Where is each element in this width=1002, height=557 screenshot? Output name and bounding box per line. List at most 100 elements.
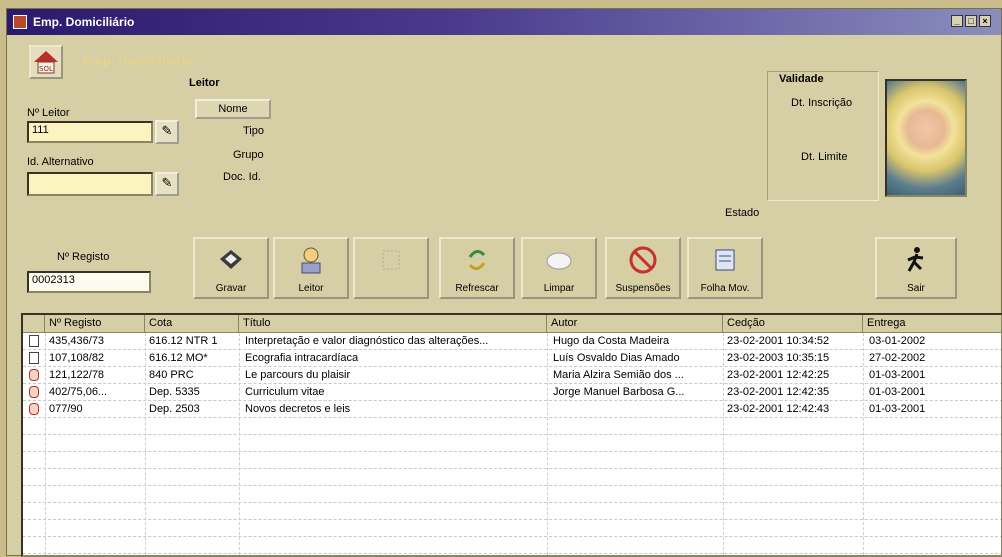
row-header-corner xyxy=(23,315,45,333)
document-icon xyxy=(29,352,39,364)
refrescar-label: Refrescar xyxy=(455,283,499,294)
book-icon xyxy=(29,386,39,398)
dt-limite-label: Dt. Limite xyxy=(801,151,848,163)
validade-section-label: Validade xyxy=(779,73,824,85)
cell-cota: Dep. 5335 xyxy=(149,386,200,398)
reader-photo xyxy=(885,79,967,197)
col-header-cedencia[interactable]: Cedção xyxy=(723,315,863,333)
close-icon[interactable]: × xyxy=(979,15,991,27)
disabled-toolbar-button[interactable] xyxy=(353,237,429,299)
sair-button[interactable]: Sair xyxy=(875,237,957,299)
empty-row xyxy=(23,503,1001,520)
nome-button[interactable]: Nome xyxy=(195,99,271,119)
dt-inscricao-label: Dt. Inscrição xyxy=(791,97,853,109)
cell-registo: 077/90 xyxy=(49,403,83,415)
n-leitor-label: Nº Leitor xyxy=(27,107,70,119)
n-registo-label: Nº Registo xyxy=(57,251,110,263)
cell-autor: Hugo da Costa Madeira xyxy=(553,335,670,347)
table-row[interactable]: 435,436/73 616.12 NTR 1 Interpretação e … xyxy=(23,333,1001,350)
tipo-label: Tipo xyxy=(243,125,264,137)
col-header-entrega[interactable]: Entrega xyxy=(863,315,1001,333)
loans-table: Nº Registo Cota Título Autor Cedção Entr… xyxy=(21,313,1002,557)
cell-cedencia: 23-02-2001 12:42:35 xyxy=(727,386,830,398)
col-header-titulo[interactable]: Título xyxy=(239,315,547,333)
disabled-action-icon xyxy=(382,250,400,270)
cell-titulo: Curriculum vitae xyxy=(245,386,325,398)
cell-autor: Maria Alzira Semião dos ... xyxy=(553,369,684,381)
estado-label: Estado xyxy=(725,207,760,219)
empty-row xyxy=(23,435,1001,452)
col-header-autor[interactable]: Autor xyxy=(547,315,723,333)
cell-cedencia: 23-02-2003 10:35:15 xyxy=(727,352,830,364)
main-window: Emp. Domiciliário _ □ × SOL Emp. Domicil… xyxy=(6,8,1002,557)
refresh-arrows-icon xyxy=(468,250,486,270)
leitor-lookup-icon[interactable]: ✎ xyxy=(155,120,179,144)
title-bar: Emp. Domiciliário _ □ × xyxy=(7,9,1001,35)
cell-titulo: Le parcours du plaisir xyxy=(245,369,351,381)
cell-entrega: 01-03-2001 xyxy=(869,403,926,415)
book-icon xyxy=(29,369,39,381)
folha-mov-label: Folha Mov. xyxy=(700,283,750,294)
document-icon xyxy=(29,335,39,347)
validade-group xyxy=(767,71,879,201)
leitor-button[interactable]: Leitor xyxy=(273,237,349,299)
gravar-label: Gravar xyxy=(215,283,247,294)
cell-autor: Luís Osvaldo Dias Amado xyxy=(553,352,680,364)
col-header-registo[interactable]: Nº Registo xyxy=(45,315,145,333)
cell-cota: 616.12 MO* xyxy=(149,352,208,364)
cell-titulo: Interpretação e valor diagnóstico das al… xyxy=(245,335,489,347)
reader-person-icon xyxy=(301,247,321,274)
empty-row xyxy=(23,418,1001,435)
alternativo-lookup-icon[interactable]: ✎ xyxy=(155,172,179,196)
empty-row xyxy=(23,520,1001,537)
empty-row xyxy=(23,486,1001,503)
empty-row xyxy=(23,452,1001,469)
id-alternativo-field[interactable] xyxy=(27,172,153,196)
doc-id-label: Doc. Id. xyxy=(223,171,261,183)
cell-entrega: 03-01-2002 xyxy=(869,335,926,347)
folha-mov-button[interactable]: Folha Mov. xyxy=(687,237,763,299)
limpar-button[interactable]: Limpar xyxy=(521,237,597,299)
cell-cota: Dep. 2503 xyxy=(149,403,200,415)
cell-entrega: 01-03-2001 xyxy=(869,386,926,398)
col-header-cota[interactable]: Cota xyxy=(145,315,239,333)
table-row[interactable]: 107,108/82 616.12 MO* Ecografia intracar… xyxy=(23,350,1001,367)
leitor-toolbar-label: Leitor xyxy=(298,283,324,294)
house-logo-icon: SOL xyxy=(29,45,63,79)
limpar-label: Limpar xyxy=(543,283,575,294)
grupo-label: Grupo xyxy=(233,149,264,161)
cell-cedencia: 23-02-2001 12:42:25 xyxy=(727,369,830,381)
suspensoes-button[interactable]: Suspensões xyxy=(605,237,681,299)
header-subtitle: Emp. Domiciliário xyxy=(83,53,193,68)
table-row[interactable]: 077/90 Dep. 2503 Novos decretos e leis 2… xyxy=(23,401,1001,418)
cell-cedencia: 23-02-2001 12:42:43 xyxy=(727,403,830,415)
n-registo-field[interactable]: 0002313 xyxy=(27,271,151,293)
gravar-button[interactable]: Gravar xyxy=(193,237,269,299)
cell-entrega: 01-03-2001 xyxy=(869,369,926,381)
exit-running-icon xyxy=(907,247,924,272)
cell-registo: 402/75,06... xyxy=(49,386,108,398)
no-entry-icon xyxy=(629,246,657,274)
cell-registo: 121,122/78 xyxy=(49,369,105,381)
maximize-icon[interactable]: □ xyxy=(965,15,977,27)
cell-cedencia: 23-02-2001 10:34:52 xyxy=(727,335,830,347)
refrescar-button[interactable]: Refrescar xyxy=(439,237,515,299)
suspensoes-label: Suspensões xyxy=(615,283,671,294)
cell-entrega: 27-02-2002 xyxy=(869,352,926,364)
cell-registo: 107,108/82 xyxy=(49,352,105,364)
window-title: Emp. Domiciliário xyxy=(33,15,135,29)
cell-cota: 840 PRC xyxy=(149,369,194,381)
book-icon xyxy=(29,403,39,415)
empty-row xyxy=(23,469,1001,486)
table-row[interactable]: 121,122/78 840 PRC Le parcours du plaisi… xyxy=(23,367,1001,384)
minimize-icon[interactable]: _ xyxy=(951,15,963,27)
sair-label: Sair xyxy=(907,283,925,294)
cell-titulo: Novos decretos e leis xyxy=(245,403,351,415)
cell-autor: Jorge Manuel Barbosa G... xyxy=(553,386,685,398)
save-disk-icon xyxy=(220,250,242,269)
svg-text:SOL: SOL xyxy=(39,65,53,73)
table-row[interactable]: 402/75,06... Dep. 5335 Curriculum vitae … xyxy=(23,384,1001,401)
app-icon xyxy=(13,15,27,29)
leitor-section-label: Leitor xyxy=(189,77,220,89)
n-leitor-field[interactable]: 111 xyxy=(27,121,153,143)
